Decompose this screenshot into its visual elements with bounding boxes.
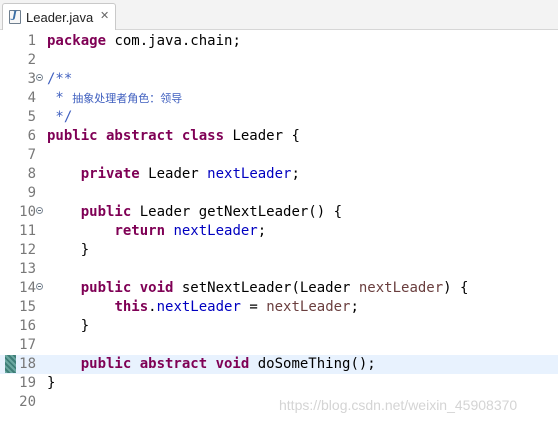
code-line: 7 <box>0 146 558 165</box>
code-line: 10 public Leader getNextLeader() { <box>0 203 558 222</box>
code-line: 19 } <box>0 374 558 393</box>
line-number: 17 <box>19 337 36 353</box>
eclipse-editor-window: J Leader.java ✕ 1 package com.java.chain… <box>0 0 558 424</box>
fold-collapse-icon[interactable] <box>36 207 43 214</box>
tab-leader-java[interactable]: J Leader.java ✕ <box>2 3 116 30</box>
code-line: 11 return nextLeader; <box>0 222 558 241</box>
code-line: 16 } <box>0 317 558 336</box>
code-text: /** <box>47 71 73 87</box>
line-number: 15 <box>19 299 36 315</box>
code-text: package com.java.chain; <box>47 33 241 49</box>
line-number: 16 <box>19 318 36 334</box>
code-line: 12 } <box>0 241 558 260</box>
current-code-line: 18 public abstract void doSomeThing(); <box>0 355 558 374</box>
line-number: 13 <box>19 261 36 277</box>
close-icon[interactable]: ✕ <box>100 9 109 22</box>
code-line: 13 <box>0 260 558 279</box>
line-number: 20 <box>19 394 36 410</box>
line-number: 4 <box>27 90 36 106</box>
line-number: 12 <box>19 242 36 258</box>
java-file-icon: J <box>9 10 21 24</box>
code-line: 4 * 抽象处理者角色：领导 <box>0 89 558 108</box>
code-line: 9 <box>0 184 558 203</box>
code-text: */ <box>47 109 73 125</box>
code-line: 1 package com.java.chain; <box>0 32 558 51</box>
code-line: 2 <box>0 51 558 70</box>
line-number: 11 <box>19 223 36 239</box>
code-line: 3 /** <box>0 70 558 89</box>
code-line: 15 this.nextLeader = nextLeader; <box>0 298 558 317</box>
code-text: * 抽象处理者角色：领导 <box>47 90 183 106</box>
change-marker-icon[interactable] <box>5 355 16 373</box>
code-text: } <box>80 318 90 334</box>
editor-tab-bar: J Leader.java ✕ <box>0 0 558 30</box>
code-text: private Leader nextLeader; <box>80 166 300 182</box>
line-number: 8 <box>27 166 36 182</box>
code-text: public abstract void doSomeThing(); <box>80 356 376 372</box>
code-line: 14 public void setNextLeader(Leader next… <box>0 279 558 298</box>
fold-collapse-icon[interactable] <box>36 74 43 81</box>
line-number: 1 <box>27 33 36 49</box>
line-number: 19 <box>19 375 36 391</box>
line-number: 14 <box>19 280 36 296</box>
code-text: } <box>47 375 56 391</box>
code-line: 8 private Leader nextLeader; <box>0 165 558 184</box>
code-text: public abstract class Leader { <box>47 128 300 144</box>
line-number: 6 <box>27 128 36 144</box>
line-number: 5 <box>27 109 36 125</box>
tab-label: Leader.java <box>26 10 94 25</box>
line-number: 9 <box>27 185 36 201</box>
code-text: return nextLeader; <box>114 223 267 239</box>
fold-collapse-icon[interactable] <box>36 283 43 290</box>
code-text: public void setNextLeader(Leader nextLea… <box>80 280 469 296</box>
line-number: 10 <box>19 204 36 220</box>
code-line: 5 */ <box>0 108 558 127</box>
code-line: 17 <box>0 336 558 355</box>
code-text: this.nextLeader = nextLeader; <box>114 299 359 315</box>
code-text: } <box>80 242 90 258</box>
line-number: 3 <box>27 71 36 87</box>
code-line: 6 public abstract class Leader { <box>0 127 558 146</box>
code-text: public Leader getNextLeader() { <box>80 204 343 220</box>
line-number: 2 <box>27 52 36 68</box>
code-editor[interactable]: 1 package com.java.chain; 2 3 /** 4 * 抽象… <box>0 30 558 424</box>
line-number: 7 <box>27 147 36 163</box>
watermark: https://blog.csdn.net/weixin_45908370 <box>279 397 518 413</box>
